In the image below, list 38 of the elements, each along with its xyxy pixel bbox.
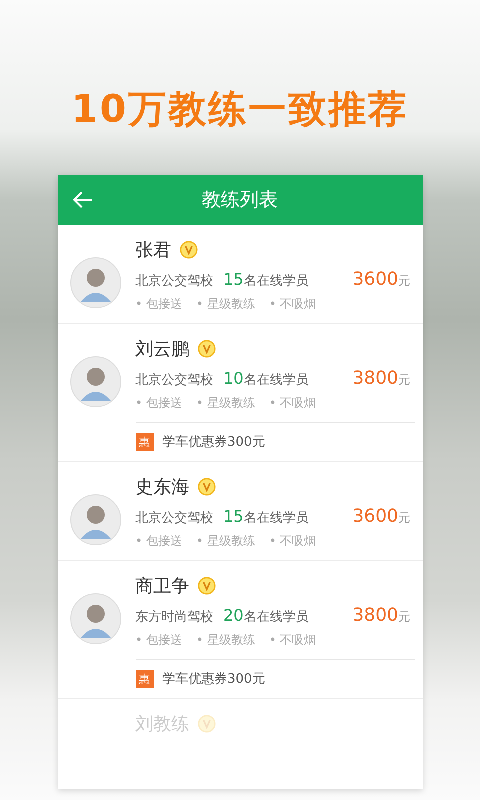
coach-name[interactable]: 张君 — [136, 238, 172, 262]
price: 3600元 — [352, 506, 410, 527]
feature-tag: • 包接送 — [136, 533, 182, 550]
online-count: 15名在线学员 — [224, 507, 309, 527]
discount-badge: 惠 — [136, 670, 154, 688]
school-name: 北京公交驾校 — [136, 273, 214, 290]
feature-tag: • 不吸烟 — [269, 395, 316, 412]
feature-tag: • 不吸烟 — [269, 533, 316, 550]
feature-tag: • 星级教练 — [196, 296, 256, 313]
price: 3600元 — [352, 269, 410, 290]
feature-tag: • 星级教练 — [196, 533, 256, 550]
screen-title: 教练列表 — [202, 188, 278, 213]
avatar — [70, 494, 122, 546]
coach-name[interactable]: 史东海 — [136, 475, 190, 499]
feature-tag: • 不吸烟 — [269, 632, 316, 649]
avatar — [70, 593, 122, 645]
coupon-text: 学车优惠券300元 — [162, 434, 266, 451]
school-name: 东方时尚驾校 — [136, 609, 214, 626]
discount-badge: 惠 — [136, 433, 154, 451]
feature-tag: • 不吸烟 — [269, 296, 316, 313]
feature-tag: • 包接送 — [136, 632, 182, 649]
price: 3800元 — [352, 368, 410, 389]
headline: 10万教练一致推荐 — [72, 86, 408, 133]
school-name: 北京公交驾校 — [136, 510, 214, 527]
avatar — [70, 257, 122, 309]
coach-name[interactable]: 商卫争 — [136, 574, 190, 598]
online-count: 10名在线学员 — [224, 369, 309, 389]
feature-tag: • 包接送 — [136, 395, 182, 412]
school-name: 北京公交驾校 — [136, 372, 214, 389]
price: 3800元 — [352, 605, 410, 626]
online-count: 20名在线学员 — [224, 606, 309, 626]
feature-tag: • 包接送 — [136, 296, 182, 313]
coupon-text: 学车优惠券300元 — [162, 671, 266, 688]
feature-tag: • 星级教练 — [196, 395, 256, 412]
feature-tag: • 星级教练 — [196, 632, 256, 649]
coach-name[interactable]: 刘云鹏 — [136, 337, 190, 361]
avatar — [70, 356, 122, 408]
online-count: 15名在线学员 — [224, 270, 309, 290]
